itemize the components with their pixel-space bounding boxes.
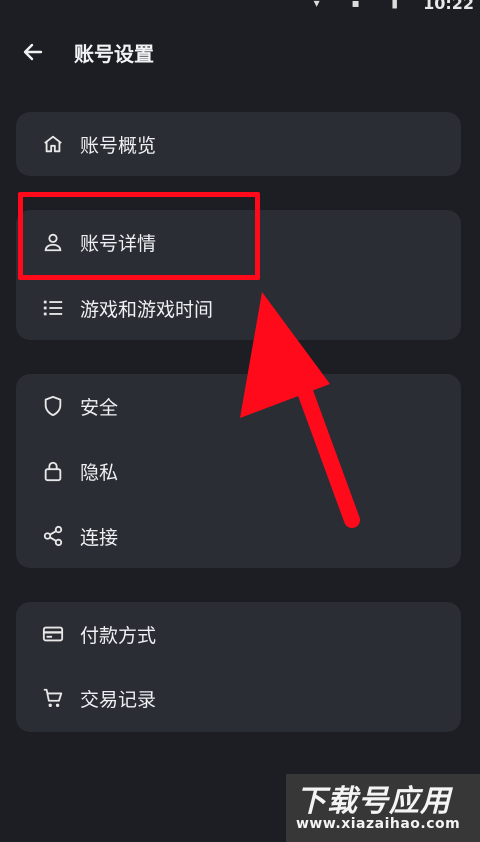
watermark-url: www.xiazaihao.com bbox=[296, 816, 461, 832]
watermark-title: 下载号应用 bbox=[296, 784, 451, 819]
watermark: 下载号应用 www.xiazaihao.com bbox=[286, 774, 480, 842]
annotation-arrow bbox=[240, 292, 360, 528]
